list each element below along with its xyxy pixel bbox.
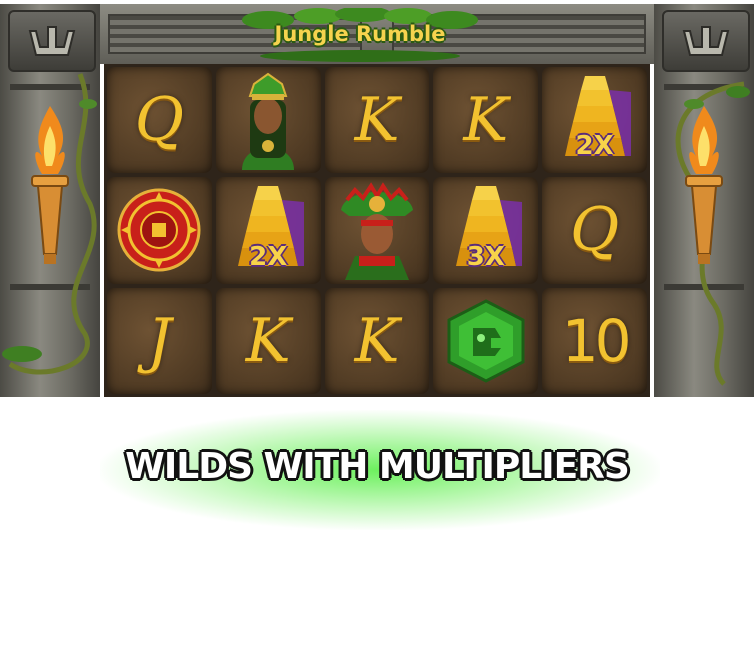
symbol-letter: K [354, 305, 400, 376]
multiplier-badge: 2X [249, 241, 288, 272]
symbol-letter: J [147, 305, 172, 376]
symbol-letter: Q [569, 195, 620, 266]
symbol-letter: 10 [561, 306, 632, 375]
symbol-letter: K [245, 305, 291, 376]
reel-cell: 10 [542, 287, 647, 394]
reel-cell [107, 177, 212, 284]
right-pillar [654, 4, 754, 397]
game-logo: Jungle Rumble [238, 8, 482, 62]
feature-caption: WILDS WITH MULTIPLIERS [125, 446, 630, 487]
reel-cell: K [324, 67, 430, 174]
reel-cell: K [215, 287, 321, 394]
reel-cell [215, 67, 321, 174]
reel-cell [324, 177, 430, 284]
symbol-letter: K [354, 85, 400, 156]
reel-cell: Q [107, 67, 212, 174]
torch-icon [31, 106, 69, 264]
game-title: Jungle Rumble [274, 22, 446, 46]
aztec-emblem-icon [8, 10, 96, 72]
slot-machine: Jungle Rumble Q K K 2X 2X 3X Q J K K 10 [0, 0, 754, 397]
priestess-icon [242, 72, 295, 171]
reel-cell: Q [542, 177, 647, 284]
multiplier-badge: 2X [575, 131, 614, 162]
reel-cell: K [433, 67, 539, 174]
jade-idol-icon [447, 299, 525, 383]
reel-cell: 2X [542, 67, 647, 174]
left-pillar [0, 4, 100, 397]
symbol-letter: K [463, 85, 509, 156]
reel-cell: K [324, 287, 430, 394]
reel-cell: 2X [215, 177, 321, 284]
reel-cell: 3X [433, 177, 539, 284]
aztec-emblem-icon [662, 10, 750, 72]
reel-cell: J [107, 287, 212, 394]
sun-stone-icon [117, 188, 201, 272]
chief-icon [340, 182, 413, 281]
torch-icon [685, 106, 723, 264]
multiplier-badge: 3X [466, 241, 505, 272]
reel-grid: Q K K 2X 2X 3X Q J K K 10 [104, 64, 650, 397]
reel-cell [433, 287, 539, 394]
symbol-letter: Q [134, 85, 184, 156]
